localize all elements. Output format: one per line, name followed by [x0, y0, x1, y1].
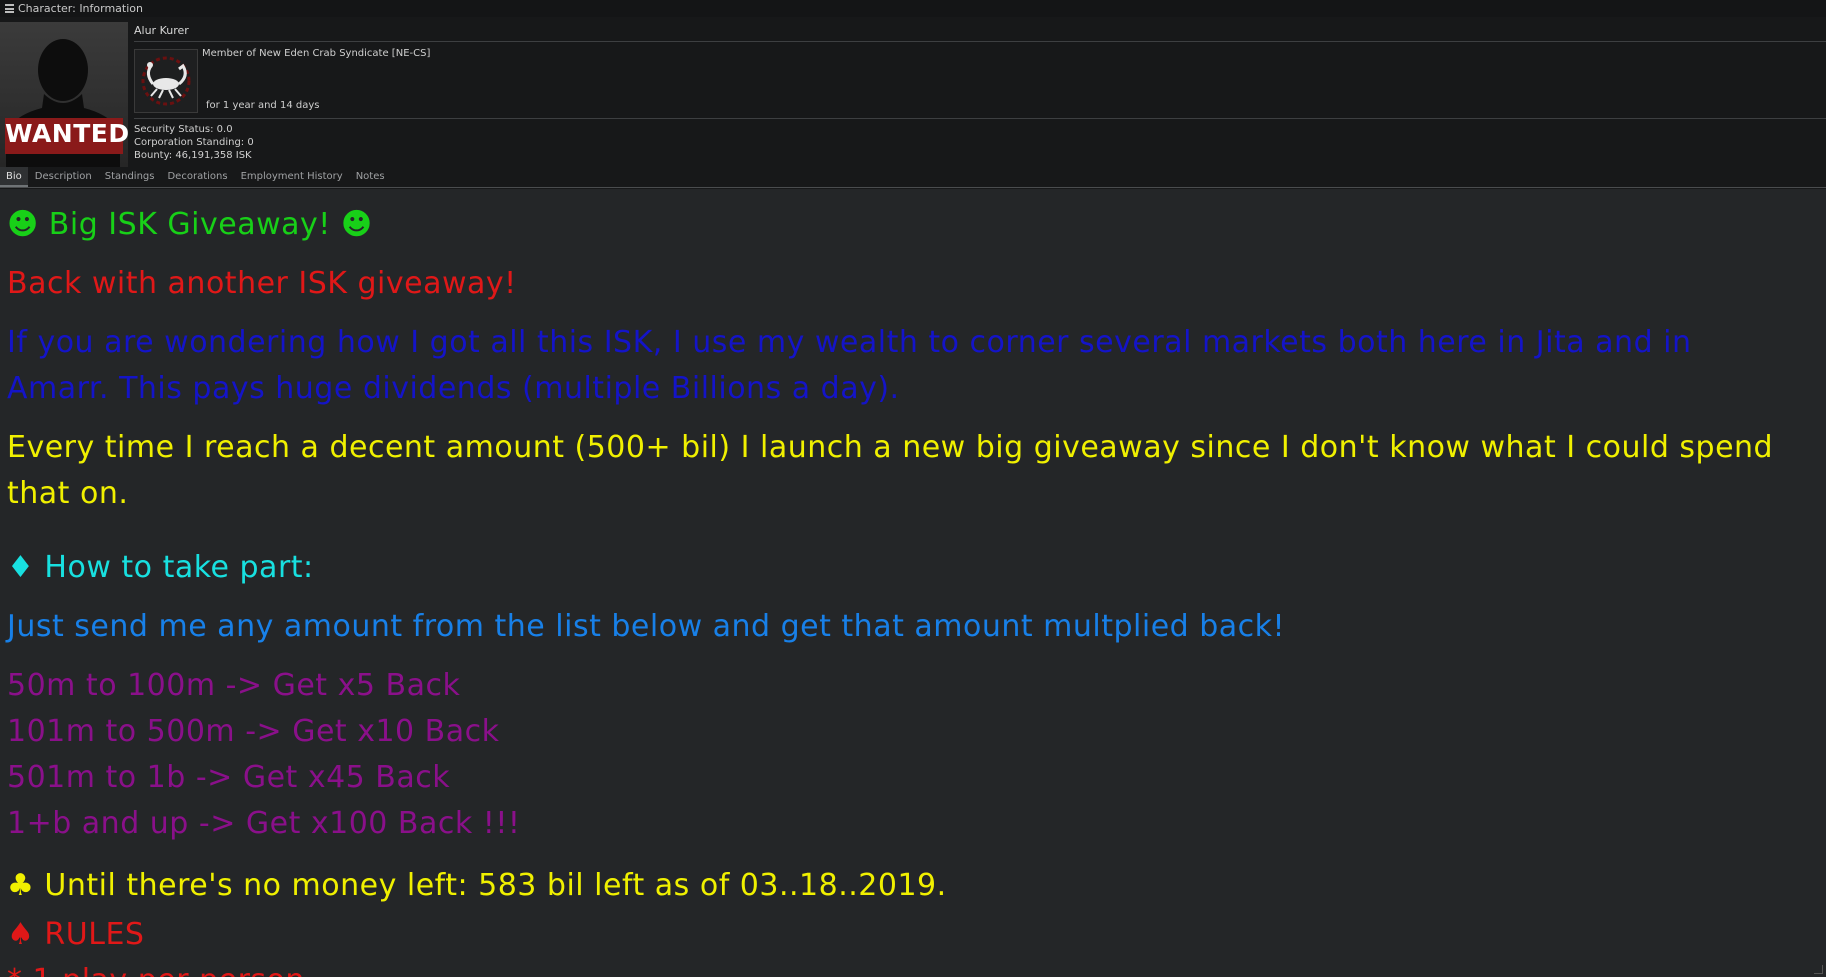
bio-every-line-1: Every time I reach a decent amount (500+…	[7, 430, 1774, 465]
tab-decorations[interactable]: Decorations	[161, 167, 233, 187]
character-info-window: Character: Information WANTED Alur Kurer…	[0, 0, 1826, 977]
bio-until-line: ♣ Until there's no money left: 583 bil l…	[7, 868, 947, 903]
window-titlebar[interactable]: Character: Information	[0, 0, 1826, 17]
tab-employment-history[interactable]: Employment History	[235, 167, 349, 187]
tab-underline	[0, 187, 1826, 188]
bio-tier: 1+b and up -> Get x100 Back !!!	[7, 806, 521, 841]
hamburger-menu-icon[interactable]	[5, 4, 14, 13]
character-name[interactable]: Alur Kurer	[134, 24, 189, 37]
bio-tier: 501m to 1b -> Get x45 Back	[7, 760, 451, 795]
bio-rules-partial: * 1 play per person	[7, 963, 305, 977]
bio-howto-heading: ♦ How to take part:	[7, 550, 314, 585]
resize-handle[interactable]	[1814, 965, 1823, 974]
tab-bar: Bio Description Standings Decorations Em…	[0, 167, 392, 187]
bio-back-line: Back with another ISK giveaway!	[7, 266, 517, 301]
bio-howto-line: Just send me any amount from the list be…	[7, 609, 1286, 644]
bio-heading: ☻ Big ISK Giveaway! ☻	[7, 207, 373, 242]
bio-wonder-line-2: Amarr. This pays huge dividends (multipl…	[7, 371, 900, 406]
bio-wonder-line-1: If you are wondering how I got all this …	[7, 325, 1692, 360]
bio-tier: 50m to 100m -> Get x5 Back	[7, 668, 461, 703]
corporation-duration: for 1 year and 14 days	[206, 100, 320, 111]
divider	[134, 118, 1826, 119]
bio-every-line-2: that on.	[7, 476, 129, 511]
corporation-standing: Corporation Standing: 0	[134, 137, 254, 148]
tab-description[interactable]: Description	[29, 167, 98, 187]
bio-tier: 101m to 500m -> Get x10 Back	[7, 714, 500, 749]
corporation-name[interactable]: Member of New Eden Crab Syndicate [NE-CS…	[202, 48, 430, 59]
bio-rules-heading: ♠ RULES	[7, 917, 145, 952]
window-title: Character: Information	[18, 2, 143, 15]
divider	[134, 41, 1826, 42]
tab-bio[interactable]: Bio	[0, 167, 28, 187]
scorpion-icon[interactable]	[134, 49, 198, 113]
tab-notes[interactable]: Notes	[350, 167, 391, 187]
character-portrait[interactable]: WANTED	[0, 22, 128, 167]
character-header: WANTED Alur Kurer Member of New Eden Cra…	[0, 17, 1826, 189]
security-status: Security Status: 0.0	[134, 124, 233, 135]
bounty: Bounty: 46,191,358 ISK	[134, 150, 252, 161]
wanted-badge: WANTED	[5, 118, 128, 154]
tab-standings[interactable]: Standings	[99, 167, 161, 187]
